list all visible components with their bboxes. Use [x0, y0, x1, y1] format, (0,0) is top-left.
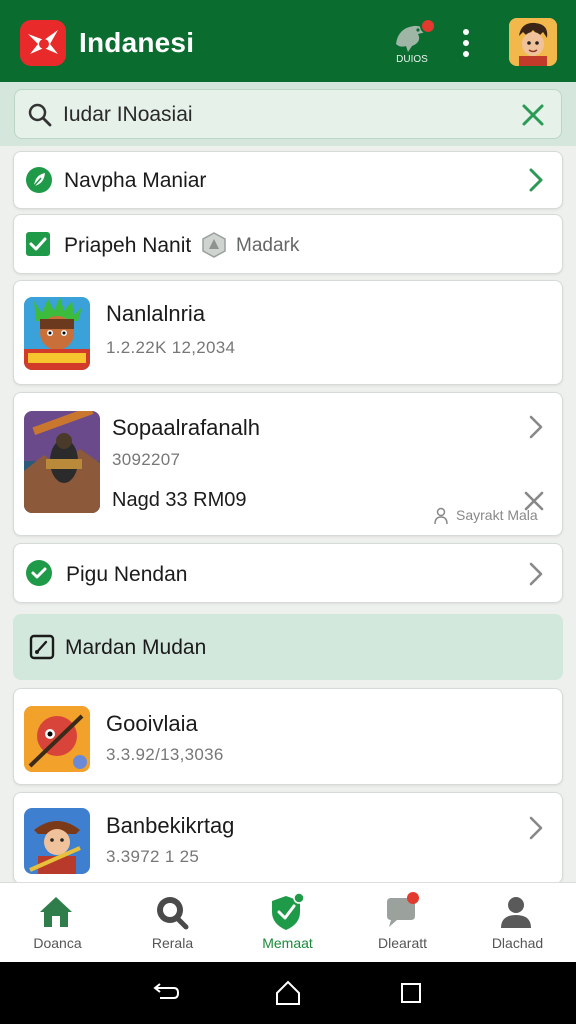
subscribe-label: Sayrakt Mala [456, 507, 538, 523]
game-subtitle: 1.2.22K 12,2034 [106, 338, 236, 357]
home-button-icon[interactable] [273, 978, 303, 1008]
game-subtitle: 3.3.92/13,3036 [106, 745, 224, 764]
game-subtitle: 3.3972 1 25 [106, 847, 200, 866]
game-title: Sopaalrafanalh [112, 415, 261, 440]
nav-search[interactable]: Rerala [115, 883, 230, 963]
app-title: Indanesi [79, 27, 195, 58]
recents-icon[interactable] [396, 978, 426, 1008]
nav-shield[interactable]: Memaat [230, 883, 345, 963]
chevron-right-icon [529, 562, 543, 586]
list-item-title: Navpha Maniar [64, 169, 207, 192]
game-thumbnail [24, 297, 90, 370]
app-bar: Indanesi DUIOS [0, 0, 576, 82]
nav-profile[interactable]: Dlachad [460, 883, 575, 963]
nav-label: Rerala [151, 935, 194, 951]
chevron-right-icon [529, 816, 543, 840]
game-title: Banbekikrtag [106, 813, 235, 838]
notifications-button[interactable]: DUIOS [388, 16, 436, 72]
shield-icon [272, 892, 305, 930]
list-item-title: Priapeh Nanit [64, 234, 192, 257]
game-title: Gooivlaia [106, 711, 198, 736]
leaf-icon [26, 167, 52, 193]
game-title: Nanlalnria [106, 301, 206, 326]
user-avatar[interactable] [509, 18, 557, 66]
list-item-tag: Madark [236, 235, 300, 256]
game-item-nanlalnria[interactable]: Nanlalnria 1.2.22K 12,2034 [13, 280, 563, 385]
search-area: Iudar INoasiai [0, 82, 576, 146]
list-item-pigu[interactable]: Pigu Nendan [13, 543, 563, 603]
gauge-icon [29, 634, 55, 660]
game-thumbnail [24, 411, 100, 513]
app-logo-icon[interactable] [20, 20, 66, 66]
system-navigation-bar [0, 962, 576, 1024]
notification-label: DUIOS [396, 54, 428, 65]
game-item-sopaalrafanalh[interactable]: Sopaalrafanalh 3092207 Nagd 33 RM09 Sayr… [13, 392, 563, 536]
chevron-right-icon [529, 168, 543, 192]
chevron-right-icon [529, 415, 543, 439]
check-circle-icon [26, 560, 52, 586]
section-title: Mardan Mudan [65, 636, 207, 659]
game-subtitle: 3092207 [112, 450, 181, 469]
list-item-title: Pigu Nendan [66, 563, 188, 586]
back-icon[interactable] [150, 978, 180, 1008]
badge-icon [202, 232, 226, 258]
nav-label: Memaat [262, 935, 313, 951]
close-icon[interactable] [519, 101, 547, 129]
game-thumbnail [24, 808, 90, 874]
list-item-navpha[interactable]: Navpha Maniar [13, 151, 563, 209]
game-thumbnail [24, 706, 90, 772]
search-query: Iudar INoasiai [63, 103, 193, 126]
notification-badge [420, 18, 436, 34]
bottom-navigation: Doanca Rerala Memaat Dlearatt Dlachad [0, 882, 576, 962]
game-detail: Nagd 33 RM09 [112, 489, 247, 511]
nav-home[interactable]: Doanca [0, 883, 115, 963]
search-input[interactable]: Iudar INoasiai [14, 89, 562, 139]
nav-label: Doanca [33, 935, 82, 951]
nav-label: Dlearatt [377, 935, 428, 951]
list-item-priapeh[interactable]: Priapeh Nanit Madark [13, 214, 563, 274]
chat-icon [387, 892, 419, 927]
checkbox-icon[interactable] [25, 231, 51, 257]
nav-label: Dlachad [491, 935, 544, 951]
profile-icon [501, 897, 531, 928]
home-icon [40, 897, 72, 927]
search-icon [28, 103, 52, 127]
nav-chat[interactable]: Dlearatt [345, 883, 460, 963]
section-header[interactable]: Mardan Mudan [13, 614, 563, 680]
more-options-icon[interactable] [452, 24, 480, 62]
game-item-banbekikrtag[interactable]: Banbekikrtag 3.3972 1 25 [13, 792, 563, 884]
search-icon [157, 897, 189, 930]
game-item-gooivlaia[interactable]: Gooivlaia 3.3.92/13,3036 [13, 688, 563, 785]
user-plus-icon [434, 507, 448, 525]
